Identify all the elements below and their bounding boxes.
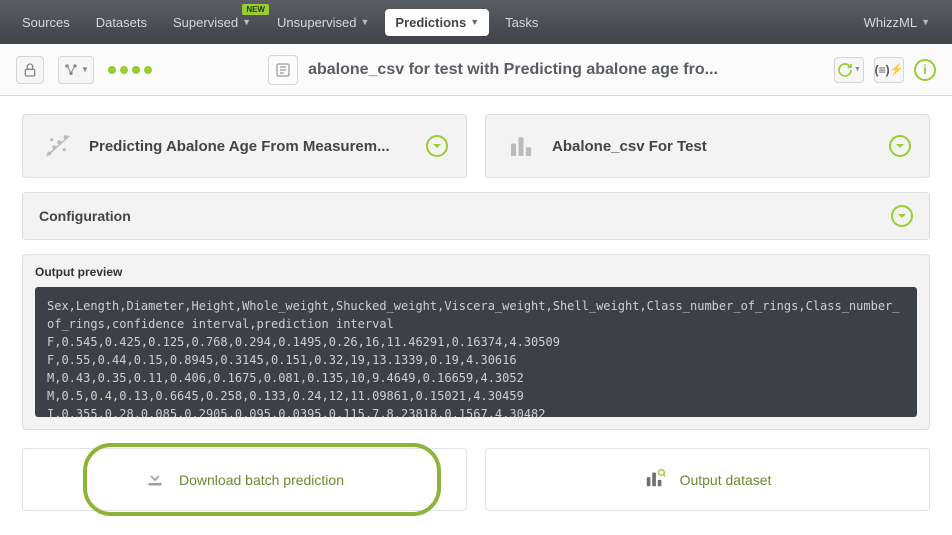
resource-cards-row: Predicting Abalone Age From Measurem... … [22,114,930,178]
model-title: Predicting Abalone Age From Measurem... [89,138,412,155]
status-dots [108,66,152,74]
caret-down-icon [895,141,905,151]
nav-supervised[interactable]: Supervised ▼ NEW [163,9,261,36]
output-preview-panel: Output preview Sex,Length,Diameter,Heigh… [22,254,930,430]
titlebar: ▼ abalone_csv for test with Predicting a… [0,44,952,96]
caret-down-icon: ▼ [921,17,930,27]
output-preview-text: Sex,Length,Diameter,Height,Whole_weight,… [35,287,917,417]
dataset-title: Abalone_csv For Test [552,138,875,155]
nav-unsupervised[interactable]: Unsupervised ▼ [267,9,379,36]
configuration-label: Configuration [39,208,891,224]
output-preview-label: Output preview [35,265,917,279]
resource-icon [268,55,298,85]
download-icon [145,468,165,491]
info-button[interactable]: i [914,59,936,81]
caret-down-icon: ▼ [470,17,479,27]
refresh-button[interactable]: ▼ [834,57,864,83]
info-icon: i [923,62,927,77]
configuration-panel[interactable]: Configuration [22,192,930,240]
nav-sources[interactable]: Sources [12,9,80,36]
new-badge: NEW [242,4,269,15]
bars-icon [504,129,538,163]
card-status-badge[interactable] [889,135,911,157]
download-label: Download batch prediction [179,472,344,488]
caret-down-icon: ▼ [360,17,369,27]
code-button[interactable]: (≡)⚡ [874,57,904,83]
actions-row: Download batch prediction Output dataset [22,448,930,511]
network-button[interactable]: ▼ [58,56,94,84]
lock-icon [22,62,38,78]
refresh-icon [837,62,853,78]
nav-datasets[interactable]: Datasets [86,9,157,36]
model-card[interactable]: Predicting Abalone Age From Measurem... [22,114,467,178]
download-batch-prediction-button[interactable]: Download batch prediction [22,448,467,511]
caret-down-icon: ▼ [242,17,251,27]
dataset-icon [644,467,666,492]
caret-down-icon [897,211,907,221]
caret-down-icon [432,141,442,151]
code-icon: (≡) [875,63,890,77]
top-nav: Sources Datasets Supervised ▼ NEW Unsupe… [0,0,952,44]
main-content: Predicting Abalone Age From Measurem... … [0,96,952,529]
output-dataset-label: Output dataset [680,472,772,488]
network-icon [63,62,79,78]
dataset-card[interactable]: Abalone_csv For Test [485,114,930,178]
nav-predictions[interactable]: Predictions ▼ [385,9,489,36]
page-title: abalone_csv for test with Predicting aba… [308,61,718,79]
nav-whizzml[interactable]: WhizzML ▼ [854,9,940,36]
caret-down-icon: ▼ [854,66,861,73]
expand-config-button[interactable] [891,205,913,227]
titlebar-actions: ▼ (≡)⚡ i [834,57,936,83]
lock-button[interactable] [16,56,44,84]
nav-tasks[interactable]: Tasks [495,9,548,36]
scatter-icon [41,129,75,163]
output-dataset-button[interactable]: Output dataset [485,448,930,511]
page-title-container: abalone_csv for test with Predicting aba… [166,55,820,85]
caret-down-icon: ▼ [81,65,89,74]
card-status-badge[interactable] [426,135,448,157]
